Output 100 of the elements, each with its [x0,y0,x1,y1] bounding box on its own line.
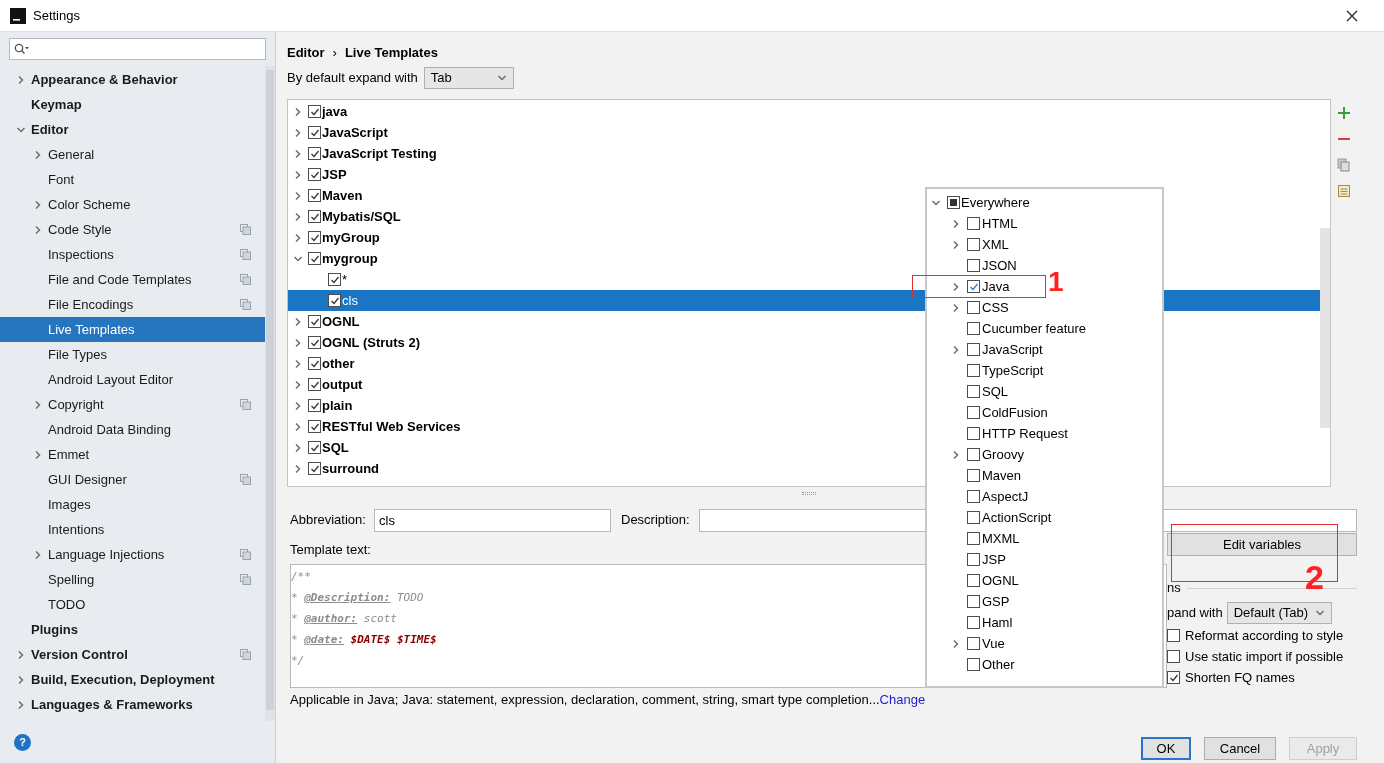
sidebar-item[interactable]: General [0,142,265,167]
popup-tree-row[interactable]: JSON [927,255,1021,276]
checkbox[interactable] [967,616,980,629]
breadcrumb-link[interactable]: Editor [287,42,325,62]
checkbox[interactable] [967,637,980,650]
sidebar-item[interactable]: Android Layout Editor [0,367,265,392]
sidebar-item[interactable]: Editor [0,117,265,142]
template-group-row[interactable]: plain [288,395,359,416]
sidebar-item[interactable]: Spelling [0,567,265,592]
abbreviation-field[interactable]: cls [374,508,611,532]
sidebar-item[interactable]: File and Code Templates [0,267,265,292]
scrollbar[interactable] [1320,228,1330,428]
template-group-row[interactable]: OGNL (Struts 2) [288,332,426,353]
chevron-right-icon[interactable] [293,211,303,222]
sidebar-item[interactable]: Build, Execution, Deployment [0,667,265,692]
popup-tree-row[interactable]: MXML [927,528,1024,549]
checkbox[interactable] [308,399,321,412]
popup-tree-row[interactable]: OGNL [927,570,1023,591]
sidebar-item[interactable]: Language Injections [0,542,265,567]
chevron-right-icon[interactable] [293,463,303,474]
edit-variables-button[interactable]: Edit variables [1167,533,1357,556]
checkbox[interactable] [967,658,980,671]
checkbox[interactable] [328,273,341,286]
chevron-right-icon[interactable] [33,449,43,460]
template-group-row[interactable]: RESTful Web Services [288,416,467,437]
chevron-right-icon[interactable] [33,199,43,210]
checkbox[interactable] [967,322,980,335]
checkbox[interactable] [308,462,321,475]
popup-tree-row[interactable]: ActionScript [927,507,1056,528]
sidebar-item[interactable]: GUI Designer [0,467,265,492]
chevron-right-icon[interactable] [293,106,303,117]
popup-tree-row[interactable]: XML [927,234,1013,255]
checkbox[interactable] [308,378,321,391]
popup-tree-row[interactable]: Vue [927,633,1009,654]
chevron-right-icon[interactable] [293,442,303,453]
sidebar-item[interactable]: Inspections [0,242,265,267]
template-group-row[interactable]: SQL [288,437,355,458]
checkbox-label[interactable]: Shorten FQ names [1185,667,1295,688]
checkbox[interactable] [308,126,321,139]
chevron-right-icon[interactable] [293,400,303,411]
sidebar-item[interactable]: TODO [0,592,265,617]
copy-icon[interactable] [1337,158,1351,172]
template-group-row[interactable]: mygroup [288,248,384,269]
template-group-row[interactable]: Maven [288,185,369,206]
checkbox[interactable] [308,357,321,370]
chevron-right-icon[interactable] [951,638,961,649]
sidebar-item[interactable]: Live Templates [0,317,265,342]
template-group-row[interactable]: JavaScript Testing [288,143,443,164]
dropdown[interactable]: Default (Tab) [1226,602,1332,624]
popup-tree-row[interactable]: TypeScript [927,360,1048,381]
search-field[interactable] [9,38,266,60]
checkbox[interactable] [308,189,321,202]
chevron-right-icon[interactable] [293,379,303,390]
chevron-right-icon[interactable] [951,239,961,250]
chevron-right-icon[interactable] [293,358,303,369]
help-icon[interactable]: ? [14,733,31,751]
checkbox[interactable] [1167,650,1180,663]
popup-tree-row[interactable]: Other [927,654,1019,675]
sidebar-item[interactable]: Color Scheme [0,192,265,217]
checkbox[interactable] [967,364,980,377]
sidebar-item[interactable]: Images [0,492,265,517]
chevron-right-icon[interactable] [951,344,961,355]
template-group-row[interactable]: JavaScript [288,122,394,143]
template-group-row[interactable]: output [288,374,369,395]
popup-tree-row[interactable]: GSP [927,591,1014,612]
checkbox[interactable] [308,252,321,265]
popup-tree-row[interactable]: Groovy [927,444,1028,465]
checkbox[interactable] [308,420,321,433]
template-group-row[interactable]: surround [288,458,386,479]
checkbox[interactable] [947,196,960,209]
sidebar-item[interactable]: Plugins [0,617,265,642]
template-group-row[interactable]: other [288,353,361,374]
popup-tree-row[interactable]: Haml [927,612,1017,633]
checkbox[interactable] [967,427,980,440]
chevron-right-icon[interactable] [33,549,43,560]
checkbox[interactable] [967,532,980,545]
checkbox[interactable] [967,280,980,293]
checkbox[interactable] [967,301,980,314]
chevron-down-icon[interactable] [496,73,507,83]
checkbox[interactable] [967,238,980,251]
checkbox[interactable] [967,595,980,608]
checkbox[interactable] [967,343,980,356]
chevron-right-icon[interactable] [293,169,303,180]
chevron-right-icon[interactable] [33,224,43,235]
checkbox[interactable] [967,259,980,272]
chevron-down-icon[interactable] [1314,608,1325,618]
chevron-right-icon[interactable] [16,649,26,660]
sidebar-item[interactable]: Appearance & Behavior [0,67,265,92]
checkbox[interactable] [308,336,321,349]
chevron-right-icon[interactable] [293,337,303,348]
sidebar-item[interactable]: Copyright [0,392,265,417]
popup-tree-row[interactable]: SQL [927,381,1012,402]
chevron-right-icon[interactable] [293,127,303,138]
template-group-row[interactable]: java [288,101,354,122]
checkbox[interactable] [308,441,321,454]
sidebar-item[interactable]: Emmet [0,442,265,467]
checkbox[interactable] [967,385,980,398]
sidebar-item[interactable]: Code Style [0,217,265,242]
chevron-right-icon[interactable] [33,399,43,410]
sidebar-item[interactable]: Android Data Binding [0,417,265,442]
